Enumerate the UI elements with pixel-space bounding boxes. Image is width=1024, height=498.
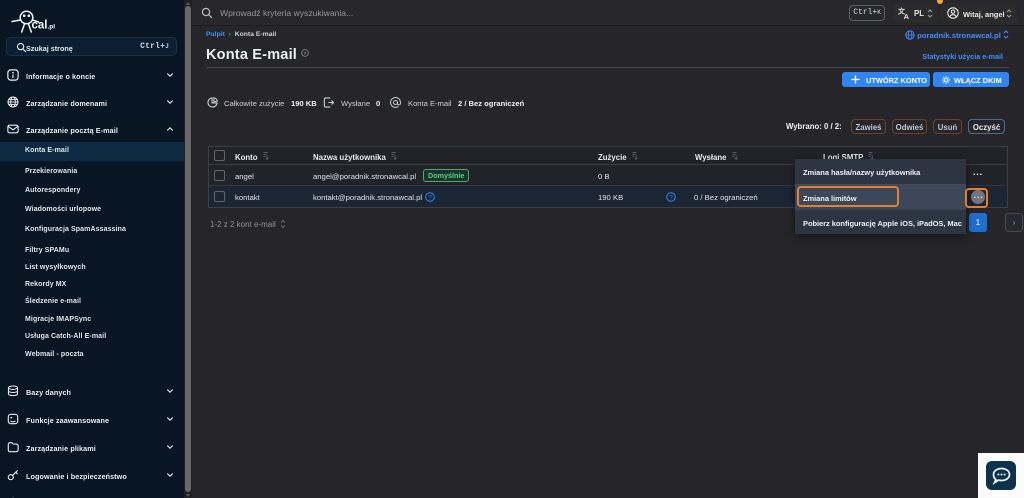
svg-text:cal: cal xyxy=(32,20,48,32)
svg-text:?: ? xyxy=(669,194,673,201)
svg-text:.pl: .pl xyxy=(48,24,56,31)
svg-text:?: ? xyxy=(428,194,432,201)
svg-text:A: A xyxy=(904,12,910,20)
svg-text:?: ? xyxy=(304,51,307,57)
